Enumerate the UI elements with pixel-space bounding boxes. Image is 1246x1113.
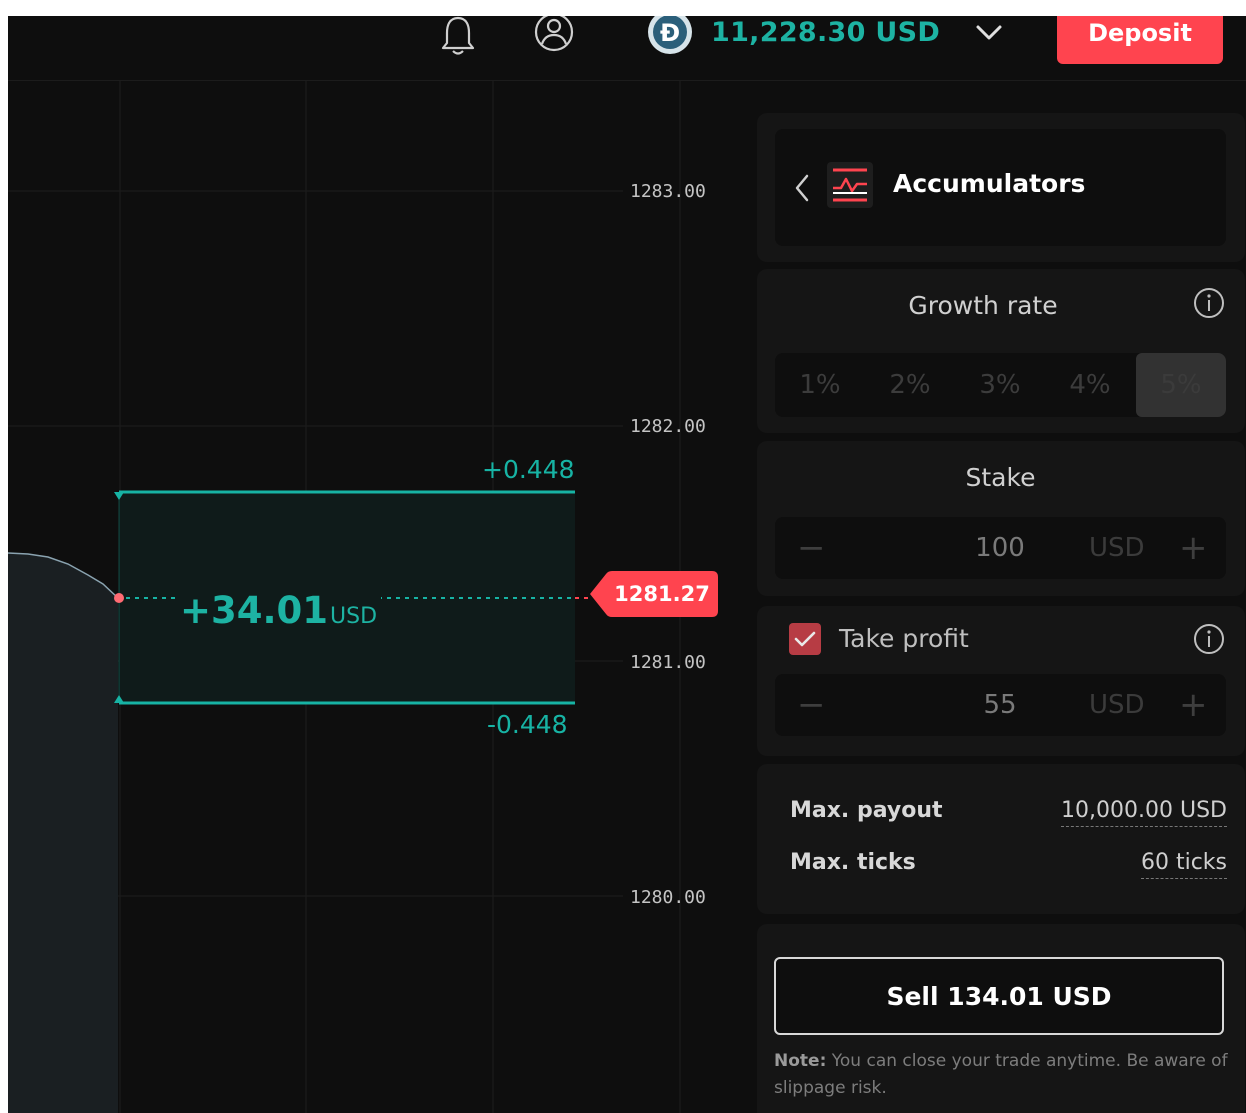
sell-button-label: Sell (886, 981, 939, 1011)
y-tick-label: 1282.00 (630, 416, 706, 437)
account-balance[interactable]: 11,228.30 USD (711, 16, 940, 50)
growth-rate-option[interactable]: 4% (1045, 353, 1135, 417)
max-payout-value[interactable]: 10,000.00 USD (1061, 798, 1227, 827)
max-ticks-label: Max. ticks (790, 850, 916, 875)
trade-type-selector[interactable]: Accumulators (775, 129, 1226, 246)
stake-stepper: − 100 USD + (775, 517, 1226, 579)
max-payout-label: Max. payout (790, 798, 943, 823)
take-profit-stepper: − 55 USD + (775, 674, 1226, 736)
growth-rate-option[interactable]: 1% (775, 353, 865, 417)
stake-card: Stake − 100 USD + (757, 441, 1245, 596)
take-profit-unit: USD (1089, 690, 1145, 720)
price-area (8, 553, 118, 1113)
payout-info-card: Max. payout 10,000.00 USD Max. ticks 60 … (757, 764, 1245, 914)
growth-rate-option[interactable]: 2% (865, 353, 955, 417)
trade-type-title: Accumulators (893, 169, 1086, 198)
stake-minus-button[interactable]: − (797, 517, 826, 579)
take-profit-minus-button[interactable]: − (797, 674, 826, 736)
account-icon[interactable] (532, 16, 576, 56)
top-header: Đ 11,228.30 USD Deposit (8, 16, 1246, 81)
growth-rate-card: Growth rate 1% 2% 3% 4% 5% (757, 269, 1245, 433)
current-spot-tag: 1281.27 (590, 571, 718, 617)
price-chart[interactable]: 1283.00 1282.00 1281.00 1280.00 +0.448 -… (8, 81, 756, 1113)
note-label: Note: (774, 1051, 827, 1071)
take-profit-plus-button[interactable]: + (1179, 674, 1208, 736)
chevron-down-icon[interactable] (974, 20, 1004, 48)
y-tick-label: 1280.00 (630, 887, 706, 908)
stake-plus-button[interactable]: + (1179, 517, 1208, 579)
slippage-note: Note: You can close your trade anytime. … (774, 1048, 1234, 1102)
growth-rate-option[interactable]: 3% (955, 353, 1045, 417)
lower-barrier-label: -0.448 (487, 710, 568, 739)
deposit-button[interactable]: Deposit (1057, 16, 1223, 64)
profit-unit: USD (330, 604, 378, 629)
upper-barrier-label: +0.448 (482, 455, 575, 484)
bell-icon[interactable] (436, 16, 480, 56)
y-tick-label: 1283.00 (630, 181, 706, 202)
profit-value: +34.01 (180, 589, 329, 632)
trade-type-card: Accumulators (757, 113, 1245, 262)
sell-button[interactable]: Sell 134.01 USD (774, 957, 1224, 1035)
sell-button-amount: 134.01 USD (947, 981, 1112, 1011)
growth-rate-options: 1% 2% 3% 4% 5% (775, 353, 1226, 417)
take-profit-label: Take profit (839, 624, 969, 653)
accumulators-icon (827, 162, 873, 208)
stake-input[interactable]: 100 (950, 517, 1050, 579)
svg-text:Đ: Đ (660, 19, 680, 47)
take-profit-card: Take profit − 55 USD + (757, 606, 1245, 756)
current-spot-value: 1281.27 (614, 582, 710, 606)
stake-label: Stake (965, 463, 1036, 492)
profit-loss-display: +34.01USD (176, 586, 382, 636)
note-text: You can close your trade anytime. Be awa… (774, 1051, 1228, 1098)
info-icon[interactable] (1193, 287, 1225, 319)
take-profit-checkbox[interactable] (789, 623, 821, 655)
stake-unit: USD (1089, 533, 1145, 563)
trading-app: Đ 11,228.30 USD Deposit 1283.00 1282.00 … (8, 16, 1246, 1113)
current-spot-dot (114, 593, 124, 603)
y-tick-label: 1281.00 (630, 652, 706, 673)
info-icon[interactable] (1193, 623, 1225, 655)
max-ticks-value[interactable]: 60 ticks (1140, 850, 1227, 879)
currency-coin-icon: Đ (646, 16, 694, 56)
growth-rate-label: Growth rate (908, 291, 1058, 320)
growth-rate-option-selected[interactable]: 5% (1136, 353, 1226, 417)
chevron-left-icon[interactable] (793, 173, 813, 203)
take-profit-input[interactable]: 55 (950, 674, 1050, 736)
